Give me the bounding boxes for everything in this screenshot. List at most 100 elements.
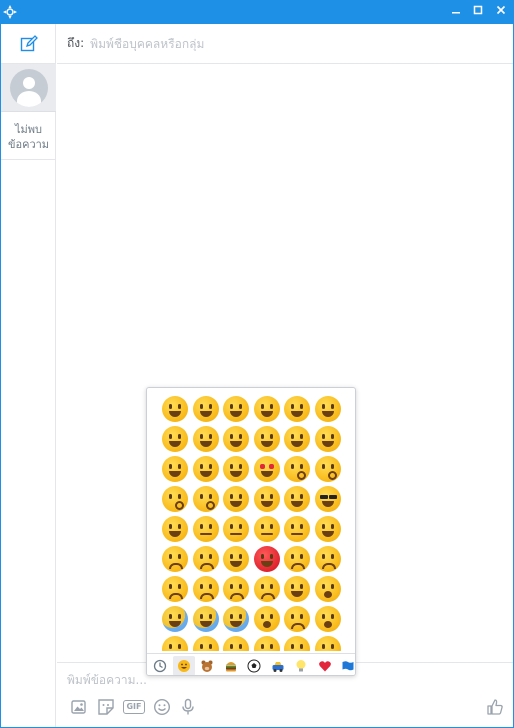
animal-bear-icon <box>201 660 213 672</box>
emoji-angry[interactable] <box>223 546 249 572</box>
emoji-category-car-tab[interactable] <box>267 656 289 675</box>
app-logo-icon <box>3 5 17 19</box>
maximize-icon <box>473 5 483 15</box>
emoji-category-flag-tab[interactable] <box>337 656 355 675</box>
food-burger-icon <box>225 662 236 672</box>
emoji-category-smiley-category-tab[interactable] <box>172 656 195 675</box>
emoji-kiss-heart[interactable] <box>284 456 310 482</box>
emoji-relieved[interactable] <box>162 456 188 482</box>
emoji-confounded[interactable] <box>192 576 219 602</box>
emoji-smiley[interactable] <box>284 396 310 422</box>
emoji-sleepy[interactable] <box>223 636 249 651</box>
no-messages-line1: ไม่พบ <box>14 123 43 136</box>
emoji-category-animal-bear-tab[interactable] <box>196 656 218 675</box>
emoji-frowning[interactable] <box>284 606 310 632</box>
emoji-sob[interactable] <box>284 636 310 651</box>
emoji-heart-eyes[interactable] <box>253 456 280 482</box>
photo-button[interactable] <box>69 697 89 717</box>
emoji-icon <box>153 698 171 716</box>
emoji-tired[interactable] <box>223 576 249 602</box>
voice-button[interactable] <box>178 697 198 717</box>
microphone-icon <box>182 698 194 715</box>
emoji-button[interactable] <box>152 697 172 717</box>
emoji-persevere[interactable] <box>162 576 188 602</box>
sticker-button[interactable] <box>96 697 116 717</box>
emoji-worried[interactable] <box>192 546 219 572</box>
emoji-triumph[interactable] <box>284 576 310 602</box>
new-message-button[interactable] <box>1 24 56 64</box>
emoji-wink[interactable] <box>253 426 280 452</box>
maximize-button[interactable] <box>466 0 490 20</box>
emoji-pensive[interactable] <box>284 546 310 572</box>
emoji-beaming[interactable] <box>223 396 249 422</box>
emoji-dizzy[interactable] <box>314 636 341 651</box>
minimize-button[interactable] <box>444 0 468 20</box>
recent-clock-icon <box>153 659 167 673</box>
close-icon <box>496 5 506 15</box>
gif-button[interactable]: GIF <box>122 697 146 717</box>
emoji-cry[interactable] <box>162 636 188 651</box>
compose-icon <box>20 34 38 51</box>
flag-icon <box>342 661 354 671</box>
emoji-blush[interactable] <box>284 426 310 452</box>
emoji-smirk[interactable] <box>162 516 188 542</box>
close-button[interactable] <box>489 0 513 20</box>
emoji-fearful[interactable] <box>192 606 219 632</box>
emoji-category-sports-ball-tab[interactable] <box>243 656 265 675</box>
recipient-input[interactable] <box>90 36 451 51</box>
emoji-smile[interactable] <box>314 396 341 422</box>
conversation-item[interactable] <box>1 64 56 112</box>
avatar-placeholder-icon <box>9 68 48 107</box>
emoji-unamused[interactable] <box>284 516 310 542</box>
like-button[interactable] <box>485 697 505 717</box>
emoji-grimacing[interactable] <box>192 396 219 422</box>
emoji-expressionless[interactable] <box>253 516 280 542</box>
conversation-sidebar: ไม่พบ ข้อความ <box>1 24 56 727</box>
emoji-neutral[interactable] <box>223 516 249 542</box>
emoji-sweat-smile[interactable] <box>162 426 188 452</box>
emoji-sweat[interactable] <box>253 636 280 651</box>
emoji-category-recent-clock-tab[interactable] <box>149 656 171 675</box>
no-messages-text: ไม่พบ ข้อความ <box>1 116 56 160</box>
emoji-category-bar <box>147 653 355 675</box>
emoji-sunglasses[interactable] <box>314 486 341 512</box>
title-bar[interactable] <box>0 0 514 24</box>
emoji-kissing-smile[interactable] <box>162 486 188 512</box>
emoji-category-lightbulb-tab[interactable] <box>290 656 312 675</box>
emoji-grinning[interactable] <box>162 396 188 422</box>
emoji-hushed[interactable] <box>253 606 280 632</box>
car-icon <box>272 662 283 672</box>
emoji-joy[interactable] <box>253 396 280 422</box>
emoji-tongue-wink[interactable] <box>223 486 249 512</box>
emoji-category-food-burger-tab[interactable] <box>220 656 242 675</box>
emoji-tongue[interactable] <box>284 486 310 512</box>
emoji-open-mouth[interactable] <box>314 576 341 602</box>
photo-icon <box>71 700 86 714</box>
lightbulb-icon <box>296 660 306 672</box>
emoji-category-heart-tab[interactable] <box>314 656 336 675</box>
emoji-no-mouth[interactable] <box>192 516 219 542</box>
emoji-yum[interactable] <box>192 456 219 482</box>
emoji-smirk-relieved[interactable] <box>223 456 249 482</box>
emoji-cold-sweat[interactable] <box>223 606 249 632</box>
sticker-icon <box>98 699 114 715</box>
emoji-eye-roll[interactable] <box>314 516 341 542</box>
sports-ball-icon <box>247 659 261 673</box>
emoji-anguished[interactable] <box>314 606 341 632</box>
heart-icon <box>318 661 331 672</box>
emoji-relaxed-partial[interactable] <box>192 636 219 651</box>
emoji-grid <box>159 396 345 651</box>
emoji-laughing[interactable] <box>192 426 219 452</box>
emoji-slight-smile[interactable] <box>314 426 341 452</box>
emoji-rage[interactable] <box>253 546 280 572</box>
emoji-tongue-closed[interactable] <box>253 486 280 512</box>
emoji-kissing[interactable] <box>314 456 341 482</box>
emoji-confused[interactable] <box>314 546 341 572</box>
emoji-weary[interactable] <box>253 576 280 602</box>
emoji-scream[interactable] <box>162 606 188 632</box>
emoji-halo[interactable] <box>223 426 249 452</box>
emoji-kissing-closed[interactable] <box>192 486 219 512</box>
minimize-icon <box>452 12 460 14</box>
recipient-bar: ถึง: <box>57 24 513 64</box>
emoji-disappointed[interactable] <box>162 546 188 572</box>
